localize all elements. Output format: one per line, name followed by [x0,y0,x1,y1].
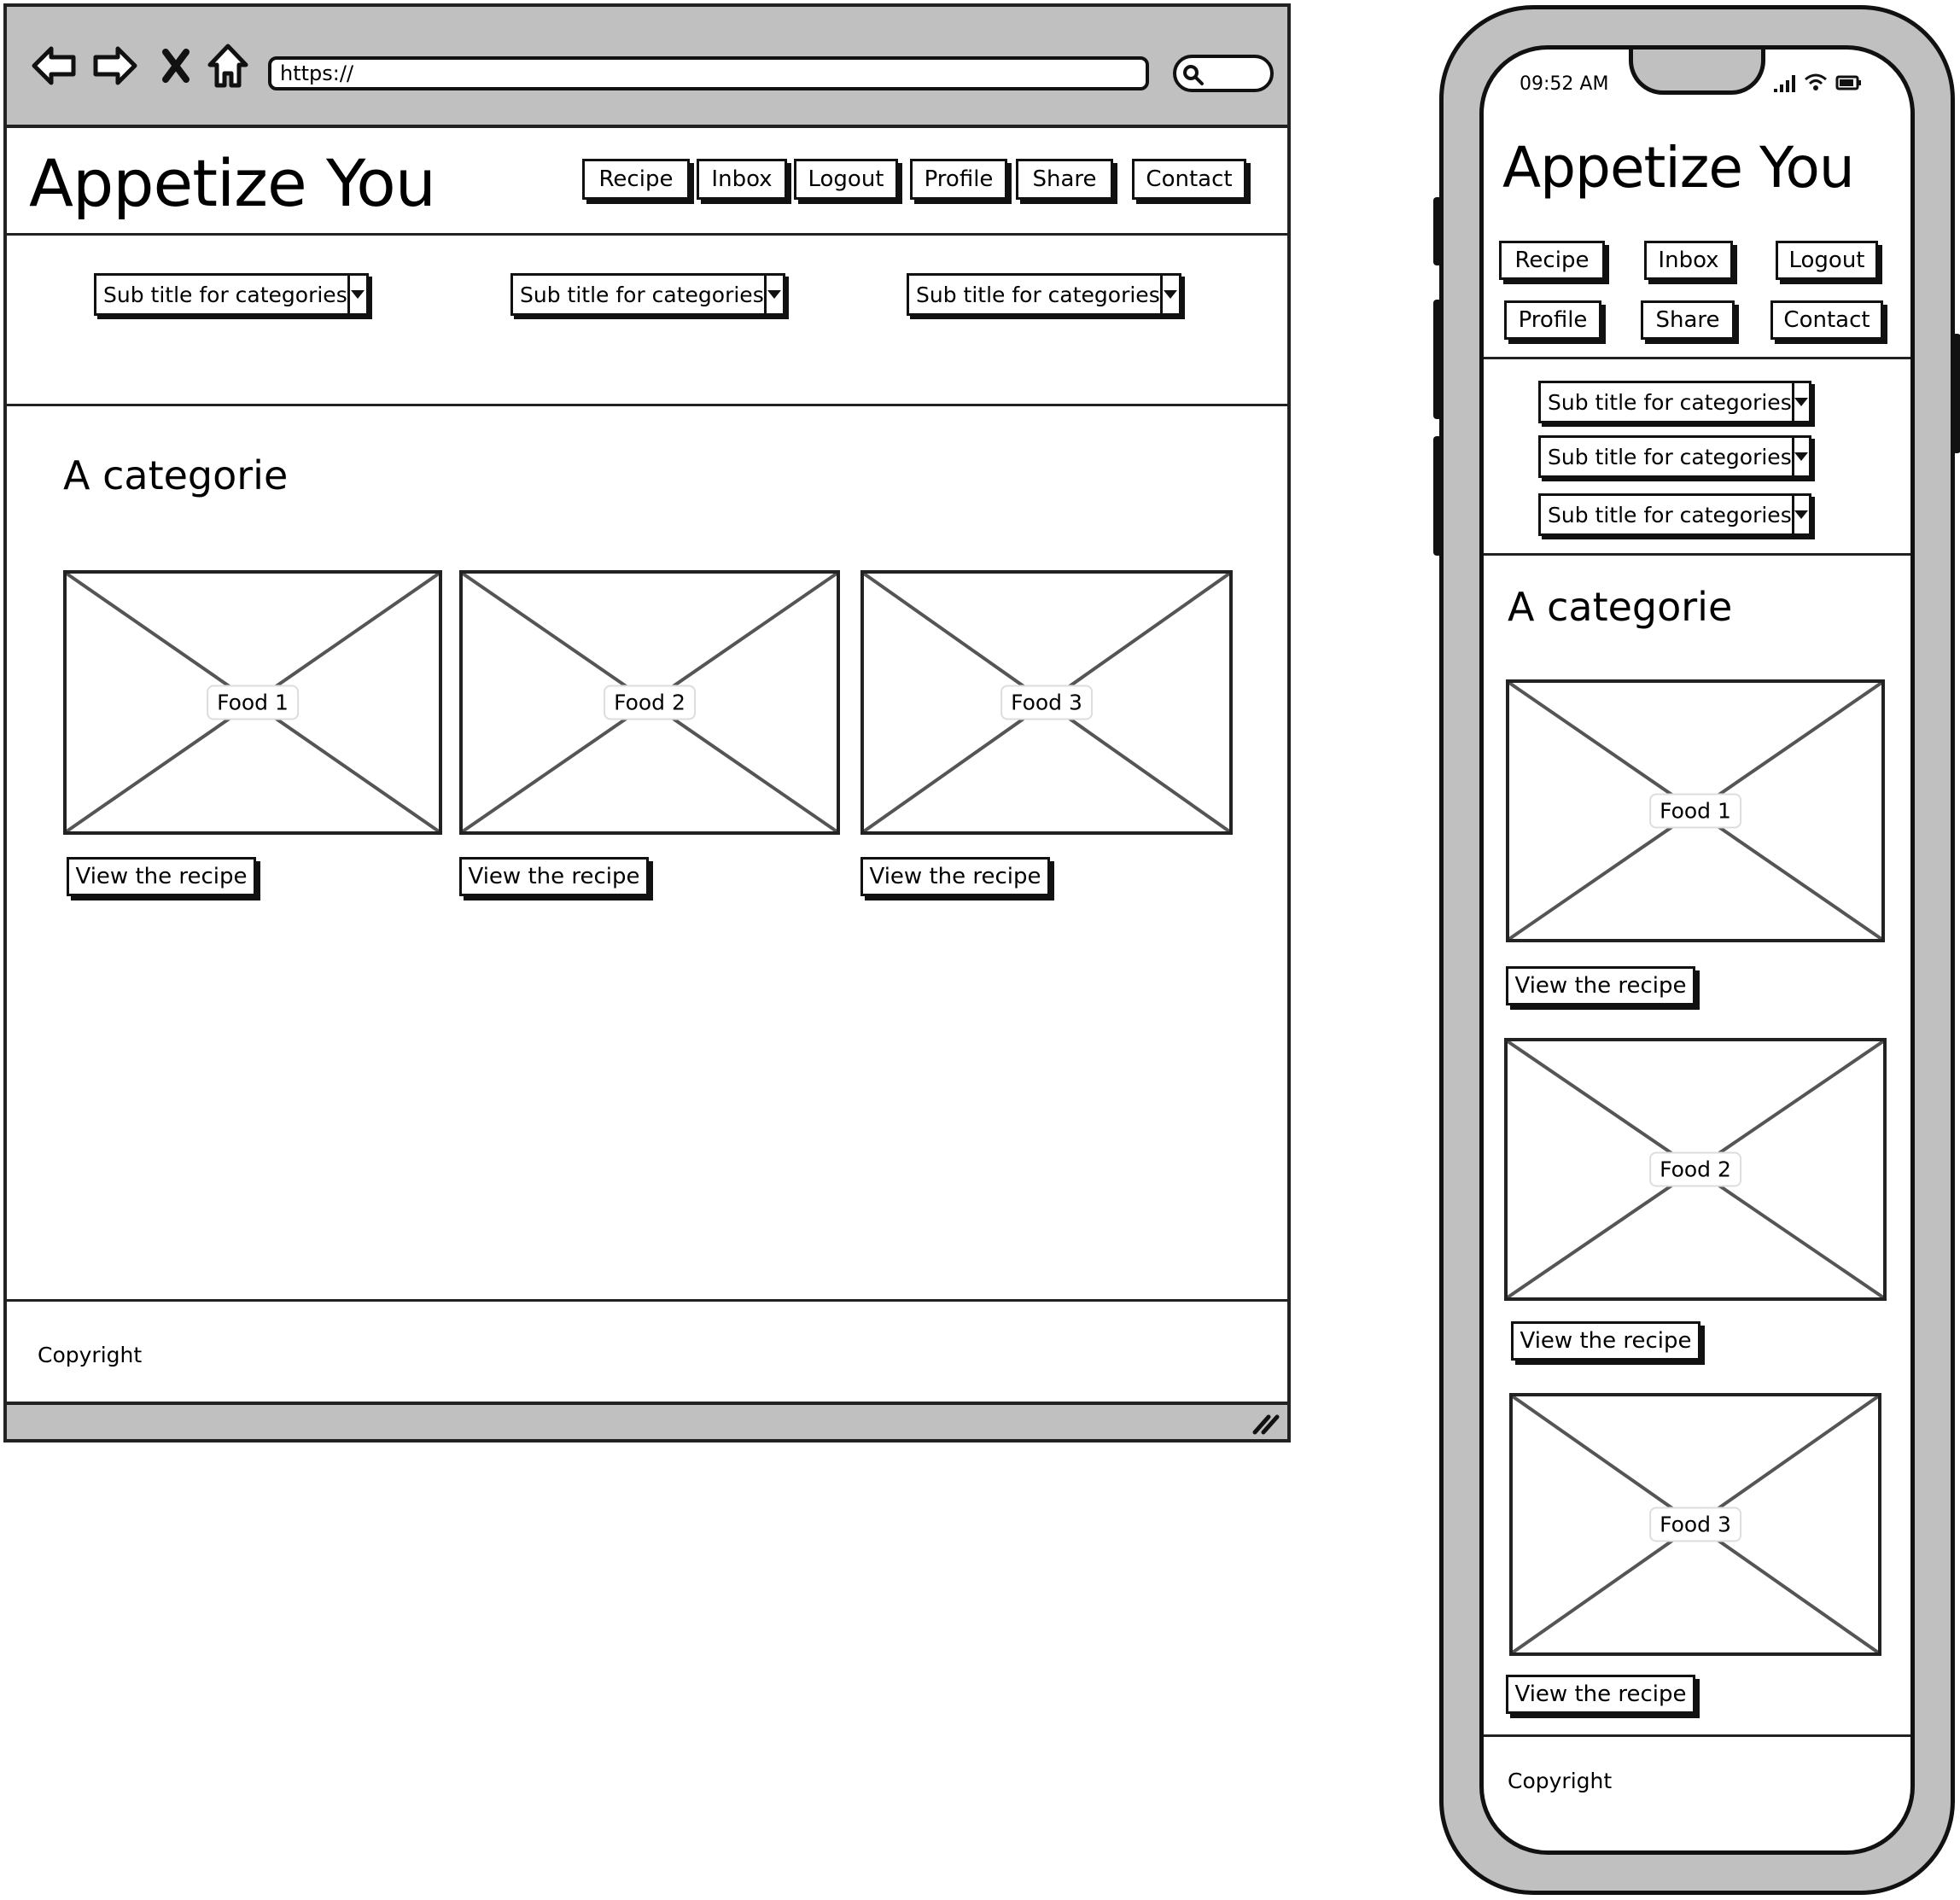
browser-search-field[interactable] [1173,55,1274,92]
header-divider [1484,357,1910,359]
view-recipe-button[interactable]: View the recipe [67,857,256,896]
nav-logout-button[interactable]: Logout [794,159,898,200]
select-label: Sub title for categories [1548,444,1792,469]
category-select-2[interactable]: Sub title for categories [510,273,785,316]
phone-volume-button [1433,436,1442,556]
nav-share-button[interactable]: Share [1641,300,1735,340]
food-image-placeholder[interactable]: Food 3 [860,570,1233,835]
chevron-down-icon [763,276,783,313]
select-label: Sub title for categories [520,282,764,307]
select-label: Sub title for categories [103,282,347,307]
browser-status-bar [7,1402,1287,1439]
view-recipe-button[interactable]: View the recipe [459,857,649,896]
site-footer: Copyright [7,1299,1287,1402]
chevron-down-icon [1159,276,1179,313]
view-recipe-button[interactable]: View the recipe [1511,1321,1700,1361]
chevron-down-icon [1791,438,1809,475]
phone-power-button [1952,334,1960,453]
copyright-text: Copyright [38,1343,143,1367]
select-label: Sub title for categories [916,282,1160,307]
arrow-right-icon[interactable] [92,43,138,89]
phone-side-button [1433,197,1442,265]
resize-grip-icon[interactable] [1251,1410,1280,1436]
x-icon[interactable] [159,43,193,89]
chevron-down-icon [1791,496,1809,533]
mobile-phone-frame: 09:52 AM Appetize You Recipe Inbox Logou… [1433,5,1960,1895]
url-text: https:// [280,61,354,85]
app-title: Appetize You [29,145,436,221]
signal-icon [1774,75,1795,92]
battery-icon [1835,75,1861,90]
food-image-placeholder[interactable]: Food 2 [459,570,840,835]
url-input[interactable]: https:// [268,56,1149,90]
nav-inbox-button[interactable]: Inbox [1644,241,1733,280]
food-label: Food 2 [1649,1151,1741,1187]
chevron-down-icon [347,276,366,313]
nav-recipe-button[interactable]: Recipe [1499,241,1605,280]
nav-logout-button[interactable]: Logout [1776,241,1878,280]
food-label: Food 1 [207,685,299,720]
category-select-1[interactable]: Sub title for categories [1538,381,1811,423]
nav-contact-button[interactable]: Contact [1132,159,1246,200]
nav-profile-button[interactable]: Profile [910,159,1007,200]
category-title: A categorie [63,452,289,498]
subnav-divider [1484,553,1910,556]
category-select-3[interactable]: Sub title for categories [907,273,1181,316]
category-title: A categorie [1508,584,1733,630]
chevron-down-icon [1791,383,1809,421]
home-icon[interactable] [205,43,251,89]
nav-profile-button[interactable]: Profile [1504,300,1601,340]
desktop-browser-window: https:// Appetize You Recipe Inbox Logou… [3,3,1291,1442]
app-title: Appetize You [1502,135,1855,201]
copyright-text: Copyright [1508,1769,1613,1793]
browser-toolbar: https:// [7,7,1287,128]
food-label: Food 3 [1649,1507,1741,1542]
site-header: Appetize You Recipe Inbox Logout Profile… [7,128,1287,236]
search-icon [1183,65,1204,85]
view-recipe-button[interactable]: View the recipe [860,857,1050,896]
phone-screen: 09:52 AM Appetize You Recipe Inbox Logou… [1479,45,1915,1855]
food-label: Food 1 [1649,793,1741,829]
footer-divider [1484,1734,1910,1737]
view-recipe-button[interactable]: View the recipe [1506,1675,1695,1714]
phone-volume-button [1433,300,1442,419]
food-image-placeholder[interactable]: Food 2 [1504,1038,1887,1301]
category-select-3[interactable]: Sub title for categories [1538,493,1811,536]
category-select-1[interactable]: Sub title for categories [94,273,369,316]
nav-recipe-button[interactable]: Recipe [582,159,690,200]
status-time: 09:52 AM [1520,73,1609,95]
food-image-placeholder[interactable]: Food 1 [63,570,442,835]
view-recipe-button[interactable]: View the recipe [1506,966,1695,1005]
food-label: Food 3 [1000,685,1093,720]
arrow-left-icon[interactable] [31,43,77,89]
nav-share-button[interactable]: Share [1016,159,1113,200]
category-subnav: Sub title for categories Sub title for c… [7,236,1287,406]
category-select-2[interactable]: Sub title for categories [1538,435,1811,478]
select-label: Sub title for categories [1548,389,1792,415]
phone-notch [1629,50,1765,95]
food-image-placeholder[interactable]: Food 1 [1506,679,1885,942]
nav-contact-button[interactable]: Contact [1770,300,1883,340]
select-label: Sub title for categories [1548,502,1792,527]
food-label: Food 2 [604,685,696,720]
food-image-placeholder[interactable]: Food 3 [1509,1393,1881,1656]
nav-inbox-button[interactable]: Inbox [697,159,787,200]
wifi-icon [1805,73,1827,90]
